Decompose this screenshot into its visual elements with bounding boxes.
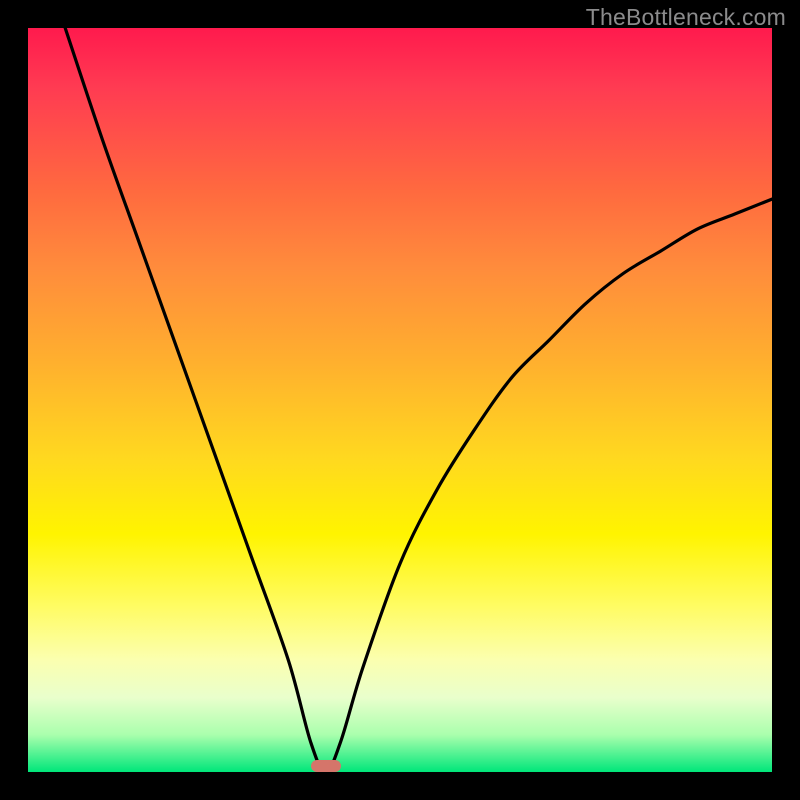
chart-minimum-marker [311, 760, 341, 772]
chart-curve [28, 28, 772, 772]
watermark-text: TheBottleneck.com [586, 4, 786, 31]
chart-plot-area [28, 28, 772, 772]
